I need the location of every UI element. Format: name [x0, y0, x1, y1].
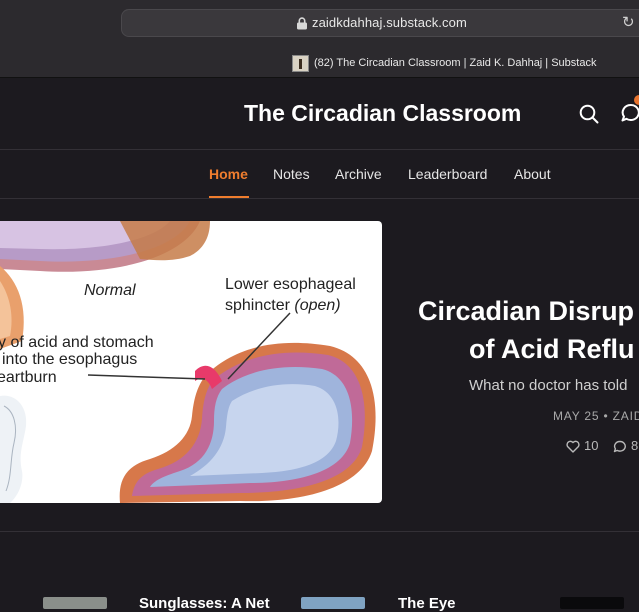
like-count: 10: [584, 438, 599, 453]
url-text[interactable]: zaidkdahhaj.substack.com: [312, 15, 467, 30]
tab-favicon: [292, 55, 309, 72]
site-header: The Circadian Classroom: [0, 78, 639, 150]
comment-count: 8: [631, 438, 639, 453]
section-divider: [0, 531, 639, 532]
label-flow-3: eartburn: [0, 369, 57, 386]
post-thumbnail[interactable]: [301, 597, 365, 609]
hero-title-line-1[interactable]: Circadian Disrup: [418, 296, 634, 326]
nav-leaderboard[interactable]: Leaderboard: [408, 166, 487, 182]
comment-button[interactable]: 8: [613, 438, 638, 453]
publication-title[interactable]: The Circadian Classroom: [244, 100, 521, 127]
like-button[interactable]: 10: [566, 438, 598, 453]
nav-notes[interactable]: Notes: [273, 166, 310, 182]
hero-title-line-2[interactable]: of Acid Reflu: [418, 330, 639, 368]
nav-about[interactable]: About: [514, 166, 551, 182]
hero-post-meta: MAY 25 • ZAID: [553, 409, 639, 423]
heart-icon: [566, 440, 580, 453]
comment-icon: [613, 440, 626, 453]
chat-icon[interactable]: [620, 102, 639, 124]
address-bar[interactable]: zaidkdahhaj.substack.com ↻: [121, 9, 639, 37]
label-sphincter-open: (open): [294, 297, 340, 314]
label-sphincter-2: sphincter: [225, 297, 291, 314]
post-title[interactable]: The Eye: [398, 595, 456, 612]
notification-badge: [634, 95, 639, 105]
svg-text:sphincter (open): sphincter (open): [225, 297, 341, 314]
stomach-illustration: Normal Lower esophageal sphincter (open)…: [0, 221, 376, 503]
browser-toolbar: zaidkdahhaj.substack.com ↻ (82) The Circ…: [0, 0, 639, 78]
publication-nav: Home Notes Archive Leaderboard About: [0, 150, 639, 199]
tab-title[interactable]: (82) The Circadian Classroom | Zaid K. D…: [314, 57, 596, 69]
nav-archive[interactable]: Archive: [335, 166, 382, 182]
reload-icon[interactable]: ↻: [622, 15, 638, 31]
hero-post-image[interactable]: Normal Lower esophageal sphincter (open)…: [0, 221, 382, 503]
label-flow-2: into the esophagus: [2, 351, 137, 368]
label-sphincter-1: Lower esophageal: [225, 276, 356, 293]
label-flow-1: y of acid and stomach: [0, 334, 154, 351]
hero-post-subtitle[interactable]: What no doctor has told: [469, 377, 627, 394]
active-tab-indicator: [209, 196, 249, 198]
nav-home[interactable]: Home: [209, 166, 248, 182]
post-title[interactable]: Sunglasses: A Net: [139, 595, 270, 612]
search-icon[interactable]: [578, 103, 600, 125]
post-thumbnail[interactable]: [43, 597, 107, 609]
hero-post-title[interactable]: Circadian Disrup of Acid Reflu: [418, 292, 639, 368]
post-thumbnail[interactable]: [560, 597, 624, 609]
label-normal: Normal: [84, 282, 136, 299]
lock-icon: [297, 17, 307, 30]
